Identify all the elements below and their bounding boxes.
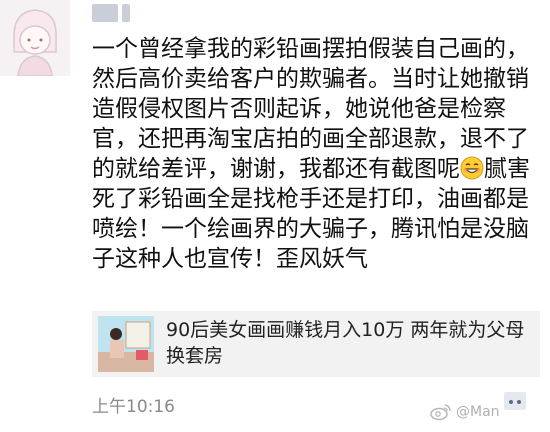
- article-title: 90后美女画画赚钱月入10万 两年就为父母换套房: [166, 319, 525, 367]
- watermark-handle: @Man: [456, 404, 500, 420]
- article-thumbnail: [98, 316, 154, 372]
- comment-menu-icon[interactable]: [504, 392, 526, 410]
- grinning-face-emoji-icon: [460, 156, 484, 180]
- blurred-username[interactable]: [92, 2, 130, 24]
- weibo-logo-icon: [430, 404, 451, 421]
- weibo-watermark: @Man: [430, 403, 500, 421]
- moments-post: 一个曾经拿我的彩铅画摆拍假装自己画的，然后高价卖给客户的欺骗者。当时让她撤销造假…: [0, 0, 550, 432]
- post-timestamp: 上午10:16: [92, 397, 175, 417]
- post-body: 一个曾经拿我的彩铅画摆拍假装自己画的，然后高价卖给客户的欺骗者。当时让她撤销造假…: [92, 34, 542, 274]
- user-avatar[interactable]: [0, 0, 70, 76]
- shared-article-card[interactable]: 90后美女画画赚钱月入10万 两年就为父母换套房: [92, 311, 540, 377]
